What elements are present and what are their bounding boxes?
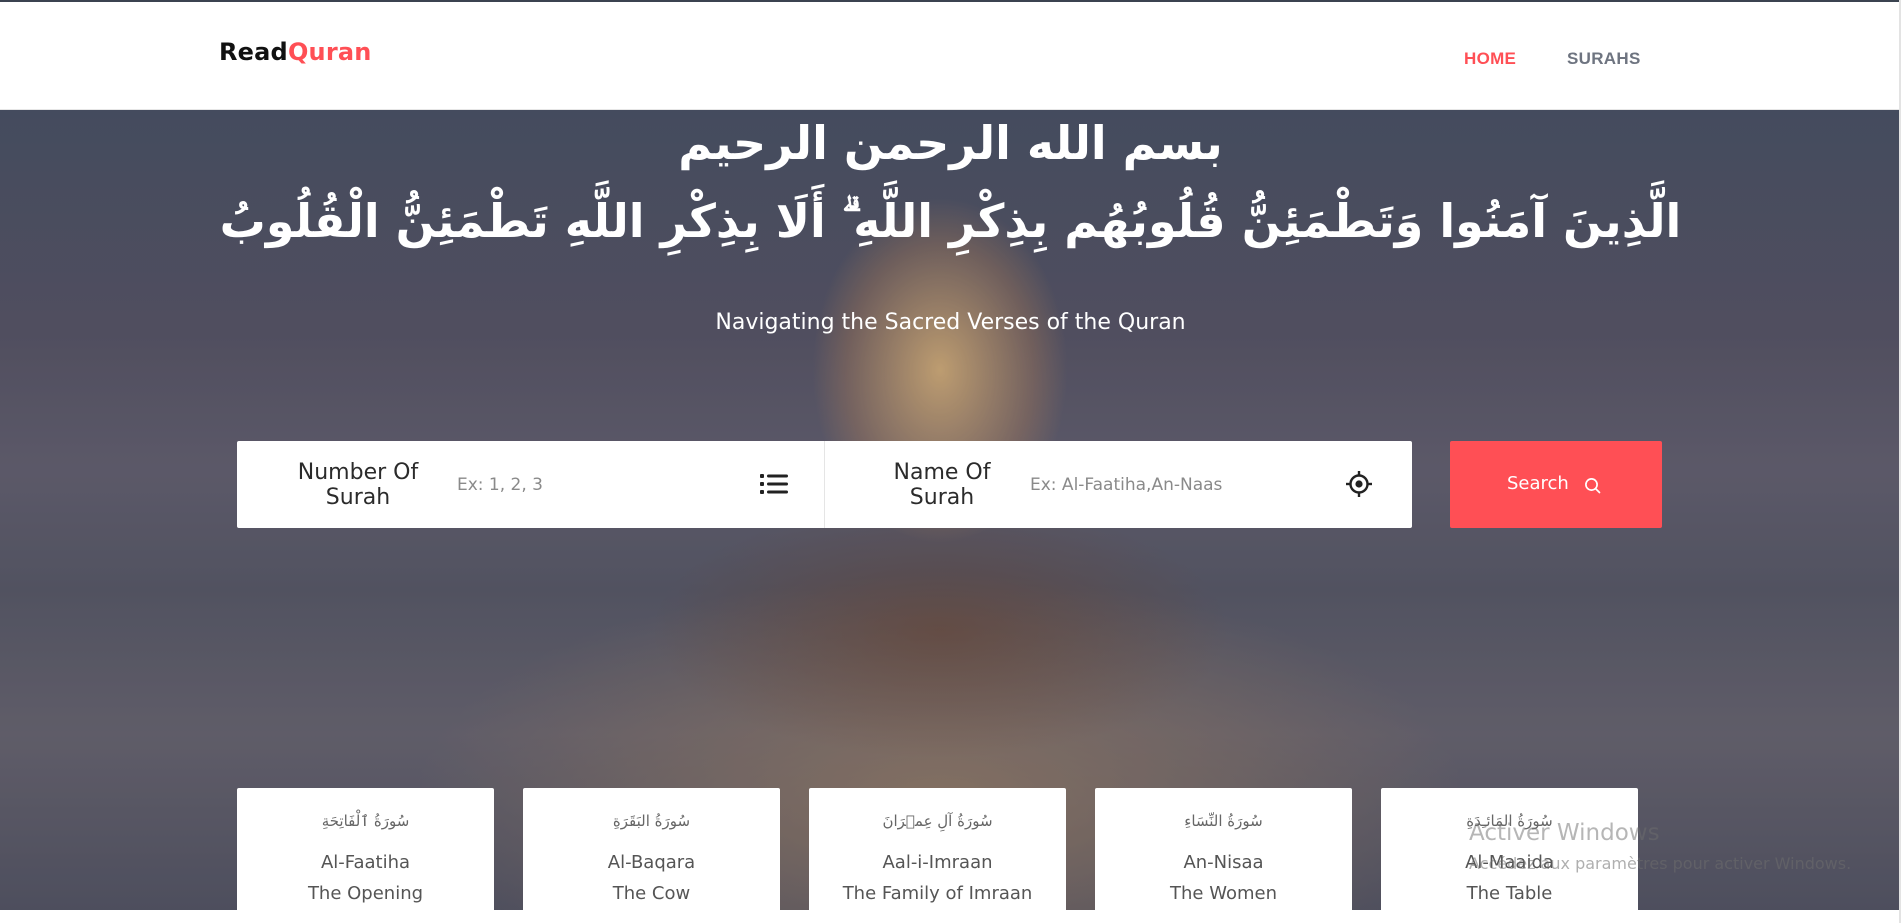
surah-card-al-maaida[interactable]: سُورَةُ المَائـِدَةِ Al-Maaida The Table: [1381, 788, 1638, 910]
surah-name: Al-Faatiha: [320, 852, 411, 873]
surah-translation: The Family of Imraan: [842, 883, 1033, 904]
surah-card-al-baqara[interactable]: سُورَةُ البَقَرَةِ Al-Baqara The Cow: [523, 788, 780, 910]
search-panel: Number Of Surah Name Of Surah: [237, 441, 1412, 528]
surah-translation: The Women: [1170, 883, 1277, 904]
nav-home-link[interactable]: HOME: [1464, 49, 1516, 69]
surah-arabic-name: سُورَةُ البَقَرَةِ: [612, 812, 691, 830]
number-of-surah-label: Number Of Surah: [283, 460, 433, 510]
surah-arabic-name: سُورَةُ آلِ عِمۡرَانَ: [882, 812, 993, 830]
surah-translation: The Opening: [307, 883, 424, 904]
windows-activation-subtitle: Accédez aux paramètres pour activer Wind…: [1469, 854, 1852, 873]
surah-card-aal-i-imraan[interactable]: سُورَةُ آلِ عِمۡرَانَ Aal-i-Imraan The F…: [809, 788, 1066, 910]
hero-tagline: Navigating the Sacred Verses of the Qura…: [715, 310, 1186, 335]
crosshair-icon[interactable]: [1346, 471, 1372, 497]
name-label-line1: Name Of: [893, 460, 991, 485]
brand-logo-part2: Quran: [287, 38, 372, 66]
search-button[interactable]: Search: [1450, 441, 1662, 528]
nav-surahs-link[interactable]: SURAHS: [1567, 49, 1641, 69]
page-bottom-edge: [0, 910, 1901, 923]
surah-name-input[interactable]: [1030, 470, 1300, 500]
bismillah-heading: بسم الله الرحمن الرحيم: [678, 116, 1223, 170]
name-of-surah-label: Name Of Surah: [867, 460, 1017, 510]
search-icon: [1585, 478, 1601, 494]
search-divider: [824, 441, 825, 528]
surah-translation: The Table: [1466, 883, 1553, 904]
surah-name: Al-Baqara: [607, 852, 696, 873]
windows-activation-title: Activer Windows: [1469, 820, 1660, 846]
search-button-label: Search: [1507, 473, 1569, 494]
navbar: ReadQuran HOME SURAHS: [0, 2, 1901, 110]
surah-card-al-faatiha[interactable]: سُورَةُ ٱلْفَاتِحَةِ Al-Faatiha The Open…: [237, 788, 494, 910]
number-label-line1: Number Of: [297, 460, 419, 485]
surah-translation: The Cow: [612, 883, 691, 904]
surah-arabic-name: سُورَةُ النِّسَاءِ: [1184, 812, 1263, 830]
brand-logo[interactable]: ReadQuran: [219, 38, 372, 66]
verse-heading: الَّذِينَ آمَنُوا وَتَطْمَئِنُّ قُلُوبُه…: [219, 194, 1682, 248]
list-icon[interactable]: [760, 472, 788, 496]
number-label-line2: Surah: [325, 485, 391, 510]
surah-card-an-nisaa[interactable]: سُورَةُ النِّسَاءِ An-Nisaa The Women: [1095, 788, 1352, 910]
surah-number-input[interactable]: [457, 470, 727, 500]
brand-logo-part1: Read: [219, 38, 288, 66]
surah-arabic-name: سُورَةُ ٱلْفَاتِحَةِ: [321, 812, 410, 830]
hero-section: بسم الله الرحمن الرحيم الَّذِينَ آمَنُوا…: [0, 110, 1901, 910]
surah-name: Aal-i-Imraan: [882, 852, 993, 873]
name-label-line2: Surah: [909, 485, 975, 510]
surah-name: An-Nisaa: [1183, 852, 1264, 873]
